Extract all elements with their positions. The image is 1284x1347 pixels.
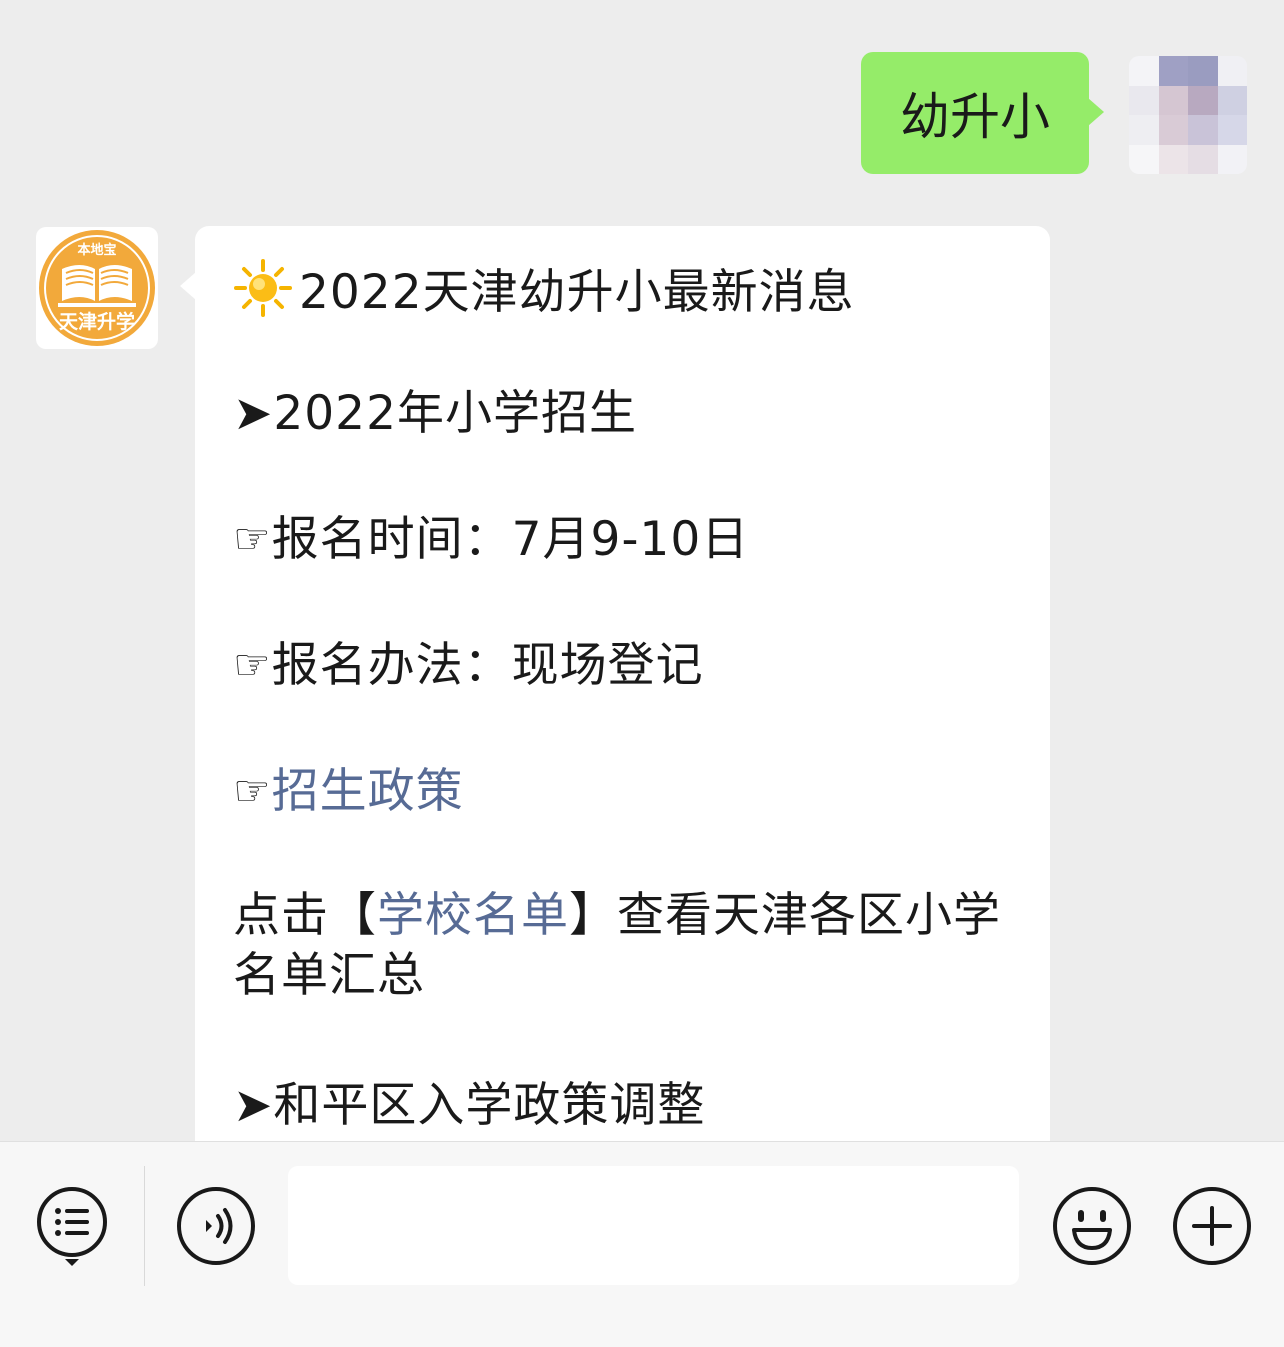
pointing-hand-icon: ☞ <box>233 640 272 689</box>
outgoing-message-text: 幼升小 <box>900 88 1050 146</box>
pointing-hand-icon: ☞ <box>233 766 272 815</box>
voice-icon[interactable] <box>174 1184 258 1268</box>
policy-link-line: ☞招生政策 <box>233 761 464 822</box>
outgoing-message-bubble[interactable]: 幼升小 <box>861 52 1104 174</box>
enroll-time-text: 报名时间：7月9-10日 <box>271 512 750 567</box>
bot-avatar[interactable]: 本地宝 天津升学 <box>36 227 158 349</box>
bar-divider <box>144 1166 145 1286</box>
emoji-icon[interactable] <box>1050 1184 1134 1268</box>
reply-title-line: 2022天津幼升小最新消息 <box>233 258 855 323</box>
menu-list-icon[interactable] <box>30 1182 114 1266</box>
section-heading-heping: ➤和平区入学政策调整 <box>233 1078 706 1133</box>
plus-icon[interactable] <box>1170 1184 1254 1268</box>
message-input[interactable] <box>288 1166 1019 1285</box>
policy-link[interactable]: 招生政策 <box>272 764 464 819</box>
school-list-paragraph: 点击【学校名单】查看天津各区小学名单汇总 <box>233 886 1023 1006</box>
incoming-message-bubble[interactable]: 2022天津幼升小最新消息 ➤2022年小学招生 ☞报名时间：7月9-10日 ☞… <box>180 226 1050 1141</box>
reply-title: 2022天津幼升小最新消息 <box>299 265 855 320</box>
enroll-method-text: 报名办法：现场登记 <box>271 638 704 693</box>
school-list-prefix: 点击【 <box>233 888 377 943</box>
bot-avatar-top-text: 本地宝 <box>77 242 116 258</box>
input-bar <box>0 1141 1284 1347</box>
chat-area[interactable]: 幼升小 本地宝 天津升学 2022天津幼升小最新消息 ➤2022年小学招生 ☞报… <box>0 0 1284 1141</box>
bot-avatar-bottom-text: 天津升学 <box>59 310 135 333</box>
user-avatar[interactable] <box>1129 56 1247 174</box>
enroll-method-line: ☞报名办法：现场登记 <box>233 635 704 696</box>
pointing-hand-icon: ☞ <box>233 514 272 563</box>
sun-icon <box>234 259 292 317</box>
school-list-link[interactable]: 学校名单 <box>377 888 569 943</box>
section-heading-2022: ➤2022年小学招生 <box>233 386 637 441</box>
enroll-time-line: ☞报名时间：7月9-10日 <box>233 509 749 570</box>
